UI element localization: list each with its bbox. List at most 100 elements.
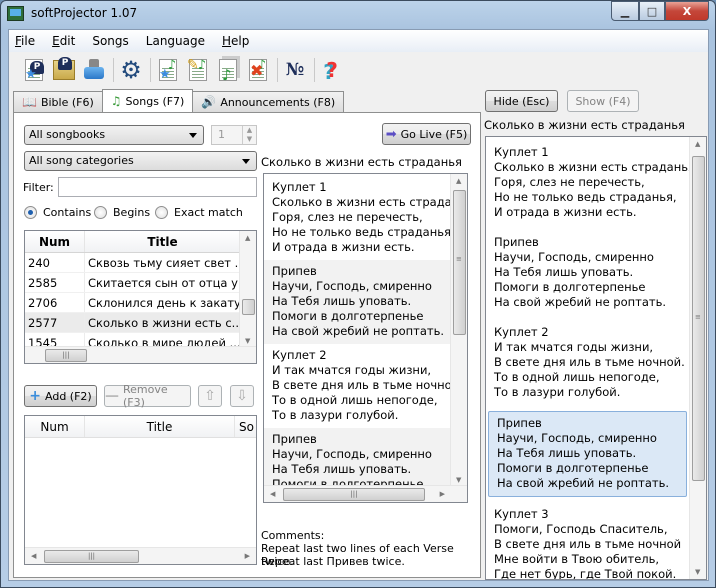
title-bar[interactable]: softProjector 1.07 ▁ □ X	[1, 1, 715, 27]
preview-vscrollbar[interactable]: ▲ ≡ ▼	[450, 174, 467, 487]
verse-line: На свой жребий не роптать.	[497, 476, 670, 490]
category-select[interactable]: All song categories	[24, 151, 257, 171]
verse-heading: Куплет 1	[272, 180, 327, 194]
table-row-selected[interactable]: 2577 Сколько в жизни есть с...	[25, 313, 256, 333]
toolbar-separator	[150, 58, 151, 82]
open-project-icon: P	[53, 57, 75, 80]
copy-song-button[interactable]: ♪	[215, 57, 241, 84]
radio-begins[interactable]: Begins	[94, 206, 150, 219]
go-live-button[interactable]: ➡ Go Live (F5)	[382, 123, 471, 145]
scroll-right-icon[interactable]: ▶	[440, 490, 445, 498]
maximize-button[interactable]: □	[639, 1, 665, 21]
scroll-down-icon[interactable]: ▼	[245, 337, 250, 345]
verse-item[interactable]: Куплет 1 Сколько в жизни есть страданья, Г…	[486, 141, 699, 225]
live-verse-list: Куплет 1 Сколько в жизни есть страданья, Г…	[485, 136, 707, 580]
scroll-left-icon[interactable]: ◀	[270, 490, 275, 498]
menu-songs[interactable]: Songs	[92, 34, 128, 48]
scroll-thumb[interactable]	[242, 299, 255, 315]
verse-heading: Куплет 3	[494, 507, 549, 521]
songbook-select[interactable]: All songbooks	[24, 125, 204, 145]
help-icon: ?	[326, 58, 338, 82]
filter-input[interactable]	[58, 177, 257, 197]
table-header: Num Title So	[25, 416, 256, 438]
radio-dot-icon	[24, 206, 37, 219]
verse-item[interactable]: Припев Научи, Господь, смиренно На Тебя ли…	[488, 411, 687, 497]
live-vscrollbar[interactable]: ▲ ≡ ▼	[689, 137, 706, 579]
verse-item[interactable]: Припев Научи, Господь, смиренно На Тебя ли…	[264, 260, 451, 344]
edit-song-button[interactable]: ♪ ✎	[185, 57, 211, 83]
hide-button[interactable]: Hide (Esc)	[485, 90, 558, 112]
song-counter-button[interactable]: №	[282, 57, 308, 83]
scroll-thumb[interactable]: ≡	[692, 156, 705, 481]
move-down-button[interactable]: ⇩	[230, 385, 254, 407]
radio-contains[interactable]: Contains	[24, 206, 91, 219]
playlist-hscrollbar[interactable]: ◀ ||| ▶	[25, 547, 256, 564]
spin-arrows-icon[interactable]: ▲ ▼	[242, 126, 256, 144]
column-title[interactable]: Title	[85, 416, 235, 437]
menu-help[interactable]: Help	[222, 34, 249, 48]
tab-bible[interactable]: 📖 Bible (F6)	[13, 91, 103, 112]
verse-heading: Куплет 2	[272, 348, 327, 362]
close-button[interactable]: X	[665, 1, 709, 21]
verse-line: Мне войти в Твою обитель,	[494, 552, 660, 566]
tab-announcements[interactable]: 🔊 Announcements (F8)	[192, 91, 345, 112]
save-project-button[interactable]	[81, 57, 107, 83]
radio-dot-icon	[94, 206, 107, 219]
menu-language[interactable]: Language	[146, 34, 205, 48]
scroll-thumb[interactable]: |||	[45, 349, 87, 362]
add-button[interactable]: + Add (F2)	[24, 385, 97, 407]
verse-line: Сколько в жизни есть страданья	[272, 195, 468, 209]
new-song-button[interactable]: ♪ ★	[155, 57, 181, 83]
help-button[interactable]: ?	[319, 57, 345, 83]
scroll-left-icon[interactable]: ◀	[31, 552, 36, 560]
new-project-button[interactable]: P ★	[21, 57, 47, 83]
column-num[interactable]: Num	[25, 231, 85, 252]
remove-button[interactable]: — Remove (F3)	[104, 383, 191, 409]
column-songbook[interactable]: So	[235, 416, 256, 437]
move-up-button[interactable]: ⇧	[198, 385, 222, 407]
menu-file[interactable]: File	[15, 34, 35, 48]
verse-heading: Припев	[497, 416, 542, 430]
table-row[interactable]: 240 Сквозь тьму сияет свет ...	[25, 253, 256, 273]
scroll-up-icon[interactable]: ▲	[695, 140, 700, 148]
comments-label: Comments:	[261, 529, 325, 542]
verse-item[interactable]: Припев Научи, Господь, смиренно На Тебя ли…	[486, 231, 689, 315]
verse-item[interactable]: Куплет 1 Сколько в жизни есть страданья Го…	[264, 176, 468, 260]
song-number-spinbox[interactable]: 1 ▲ ▼	[211, 125, 257, 145]
song-list-vscrollbar[interactable]: ▲ ▼	[239, 231, 256, 348]
scroll-thumb[interactable]: |||	[283, 488, 425, 501]
mode-tabs: 📖 Bible (F6) ♫ Songs (F7) 🔊 Announcements (…	[13, 89, 345, 112]
column-title[interactable]: Title	[85, 231, 241, 252]
scroll-right-icon[interactable]: ▶	[245, 552, 250, 560]
verse-line: На свой жребий не роптать.	[494, 295, 667, 309]
verse-line: И отрада в жизни есть.	[494, 205, 637, 219]
show-button[interactable]: Show (F4)	[567, 90, 639, 112]
settings-button[interactable]: ⚙	[118, 56, 144, 84]
minimize-button[interactable]: ▁	[611, 1, 639, 21]
arrow-down-icon: ⇩	[236, 388, 248, 404]
verse-item[interactable]: Куплет 3 Помоги, Господь Спаситель, В свет…	[486, 503, 689, 579]
arrow-up-icon: ⇧	[204, 388, 216, 404]
tab-songs[interactable]: ♫ Songs (F7)	[101, 89, 194, 112]
scroll-thumb[interactable]: ≡	[453, 190, 466, 335]
table-row[interactable]: 2706 Склонился день к закату	[25, 293, 256, 313]
verse-item[interactable]: Куплет 2И так мчатся годы жизни, В свете …	[486, 321, 689, 405]
open-project-button[interactable]: P	[51, 57, 77, 83]
table-row[interactable]: 2585 Скитается сын от отца у...	[25, 273, 256, 293]
scroll-thumb[interactable]: |||	[44, 550, 139, 563]
toolbar-separator	[277, 58, 278, 82]
verse-item[interactable]: Куплет 2И так мчатся годы жизни, В свете …	[264, 344, 463, 428]
scroll-up-icon[interactable]: ▲	[456, 177, 461, 185]
column-num[interactable]: Num	[25, 416, 85, 437]
arrow-right-icon: ➡	[385, 126, 397, 142]
scroll-down-icon[interactable]: ▼	[456, 476, 461, 484]
radio-exact-match[interactable]: Exact match	[155, 206, 243, 219]
menu-edit[interactable]: Edit	[52, 34, 75, 48]
toolbar-separator	[314, 58, 315, 82]
scroll-up-icon[interactable]: ▲	[245, 234, 250, 242]
verse-line: Научи, Господь, смиренно	[272, 447, 432, 461]
song-list-hscrollbar[interactable]: |||	[25, 346, 256, 363]
scroll-down-icon[interactable]: ▼	[695, 568, 700, 576]
delete-song-button[interactable]: ♪ ✖	[245, 57, 271, 83]
preview-hscrollbar[interactable]: ◀ ||| ▶	[264, 485, 467, 502]
